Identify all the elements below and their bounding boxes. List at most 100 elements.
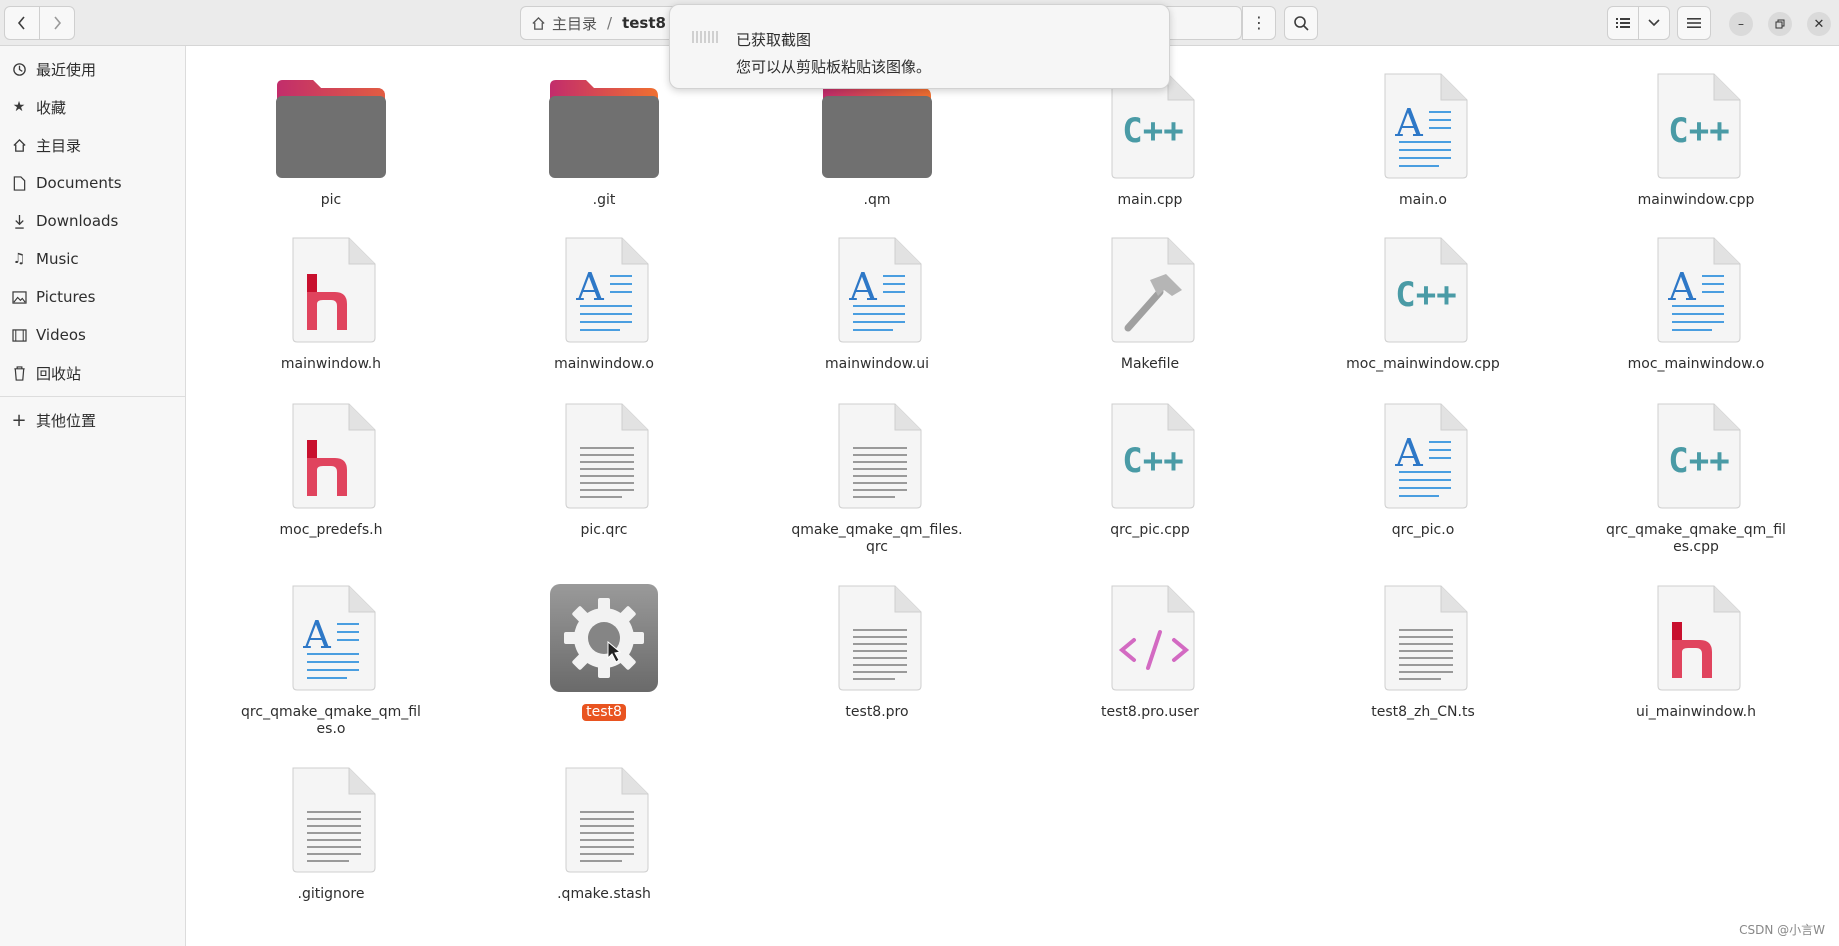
music-icon: ♫ — [12, 251, 26, 267]
file-name: qrc_qmake_qmake_qm_files.o — [241, 704, 421, 737]
file-name: .git — [592, 192, 616, 208]
svg-text:C++: C++ — [1668, 111, 1729, 151]
star-icon: ★ — [12, 99, 26, 115]
text-document-icon: A — [292, 585, 376, 691]
cpp-file-icon: C++ — [1111, 403, 1195, 509]
svg-text:A: A — [302, 613, 331, 657]
chevron-left-icon — [17, 16, 25, 30]
file-name: qrc_pic.cpp — [1110, 522, 1190, 538]
search-button[interactable] — [1284, 6, 1318, 40]
file-name: .gitignore — [297, 886, 365, 902]
search-icon — [1294, 16, 1309, 31]
home-icon — [532, 16, 545, 30]
file-item[interactable]: C++ mainwindow.cpp — [1596, 72, 1796, 209]
sidebar-item-documents[interactable]: Documents — [0, 166, 185, 200]
back-button[interactable] — [4, 6, 40, 40]
chevron-right-icon — [54, 16, 62, 30]
file-item[interactable]: C++ qrc_pic.cpp — [1050, 402, 1250, 539]
file-item[interactable]: C++ qrc_qmake_qmake_qm_files.cpp — [1596, 402, 1796, 556]
list-view-button[interactable] — [1607, 6, 1639, 40]
file-item[interactable]: test8.pro.user — [1050, 584, 1250, 721]
file-item[interactable]: A qrc_pic.o — [1323, 402, 1523, 539]
header-file-icon — [292, 403, 376, 509]
file-name: test8.pro.user — [1101, 704, 1199, 720]
plus-icon: + — [11, 409, 27, 431]
screenshot-notification[interactable]: 已获取截图 您可以从剪贴板粘贴该图像。 — [669, 4, 1170, 89]
file-item[interactable]: C++ moc_mainwindow.cpp — [1323, 236, 1523, 373]
main-menu-button[interactable] — [1677, 6, 1711, 40]
sidebar-item-label: Downloads — [36, 212, 119, 230]
file-item[interactable]: test8_zh_CN.ts — [1323, 584, 1523, 721]
file-name: mainwindow.h — [280, 356, 382, 372]
svg-text:A: A — [1394, 101, 1423, 145]
sidebar-item-recent[interactable]: 最近使用 — [0, 52, 185, 86]
file-item[interactable]: test8.pro — [777, 584, 977, 721]
hamburger-menu-icon — [1687, 18, 1701, 28]
file-name: mainwindow.cpp — [1637, 192, 1755, 208]
file-name: moc_predefs.h — [279, 522, 383, 538]
hammer-icon — [1111, 237, 1195, 343]
sidebar-item-trash[interactable]: 回收站 — [0, 356, 185, 390]
file-item[interactable]: .qmake.stash — [504, 766, 704, 903]
close-icon: ✕ — [1813, 16, 1825, 32]
forward-button[interactable] — [39, 6, 75, 40]
path-menu-button[interactable]: ⋮ — [1242, 6, 1276, 40]
notification-body: 您可以从剪贴板粘贴该图像。 — [736, 58, 932, 76]
path-current-folder[interactable]: test8 — [622, 14, 666, 32]
sidebar-item-videos[interactable]: Videos — [0, 318, 185, 352]
sidebar-item-label: 主目录 — [36, 136, 82, 155]
plain-text-icon — [292, 767, 376, 873]
sidebar-item-starred[interactable]: ★ 收藏 — [0, 90, 185, 124]
maximize-button[interactable] — [1768, 12, 1792, 36]
minimize-button[interactable]: – — [1729, 12, 1753, 36]
view-options-button[interactable] — [1638, 6, 1670, 40]
file-item[interactable]: A qrc_qmake_qmake_qm_files.o — [231, 584, 431, 738]
file-item[interactable]: pic.qrc — [504, 402, 704, 539]
path-home-label: 主目录 — [552, 14, 598, 33]
sidebar-item-other-locations[interactable]: + 其他位置 — [0, 403, 185, 437]
svg-text:A: A — [1394, 431, 1423, 475]
file-name: Makefile — [1120, 356, 1180, 372]
svg-text:A: A — [1667, 265, 1696, 309]
list-view-icon — [1616, 18, 1630, 28]
text-document-icon: A — [1384, 73, 1468, 179]
file-item[interactable]: .git — [504, 72, 704, 209]
file-item[interactable]: A main.o — [1323, 72, 1523, 209]
file-name: qrc_pic.o — [1391, 522, 1455, 538]
plain-text-icon — [838, 403, 922, 509]
file-item[interactable]: C++ main.cpp — [1050, 72, 1250, 209]
file-item[interactable]: ui_mainwindow.h — [1596, 584, 1796, 721]
sidebar-item-label: 收藏 — [36, 98, 67, 117]
file-item-selected[interactable]: test8 — [504, 584, 704, 721]
header-file-icon — [1657, 585, 1741, 691]
sidebar-item-music[interactable]: ♫ Music — [0, 242, 185, 276]
file-item[interactable]: A moc_mainwindow.o — [1596, 236, 1796, 373]
plain-text-icon — [565, 403, 649, 509]
watermark: CSDN @小言W — [1739, 923, 1825, 937]
file-item[interactable]: qmake_qmake_qm_files.qrc — [777, 402, 977, 556]
path-home-button[interactable]: 主目录 — [521, 13, 597, 34]
vertical-dots-icon: ⋮ — [1251, 13, 1267, 32]
close-button[interactable]: ✕ — [1807, 12, 1831, 36]
file-item[interactable]: pic — [231, 72, 431, 209]
file-item[interactable]: .qm — [777, 72, 977, 209]
sidebar-item-downloads[interactable]: Downloads — [0, 204, 185, 238]
file-name: ui_mainwindow.h — [1636, 704, 1756, 720]
file-name: main.cpp — [1117, 192, 1183, 208]
notification-title: 已获取截图 — [736, 31, 812, 49]
file-name: pic — [320, 192, 342, 208]
file-item[interactable]: Makefile — [1050, 236, 1250, 373]
file-item[interactable]: A mainwindow.ui — [777, 236, 977, 373]
file-item[interactable]: mainwindow.h — [231, 236, 431, 373]
header-file-icon — [292, 237, 376, 343]
restore-icon — [1775, 19, 1785, 29]
file-item[interactable]: A mainwindow.o — [504, 236, 704, 373]
svg-text:A: A — [575, 265, 604, 309]
picture-icon — [11, 289, 27, 305]
sidebar-item-home[interactable]: 主目录 — [0, 128, 185, 162]
folder-icon — [276, 80, 386, 178]
file-item[interactable]: moc_predefs.h — [231, 402, 431, 539]
sidebar-item-pictures[interactable]: Pictures — [0, 280, 185, 314]
file-item[interactable]: .gitignore — [231, 766, 431, 903]
svg-text:A: A — [848, 265, 877, 309]
